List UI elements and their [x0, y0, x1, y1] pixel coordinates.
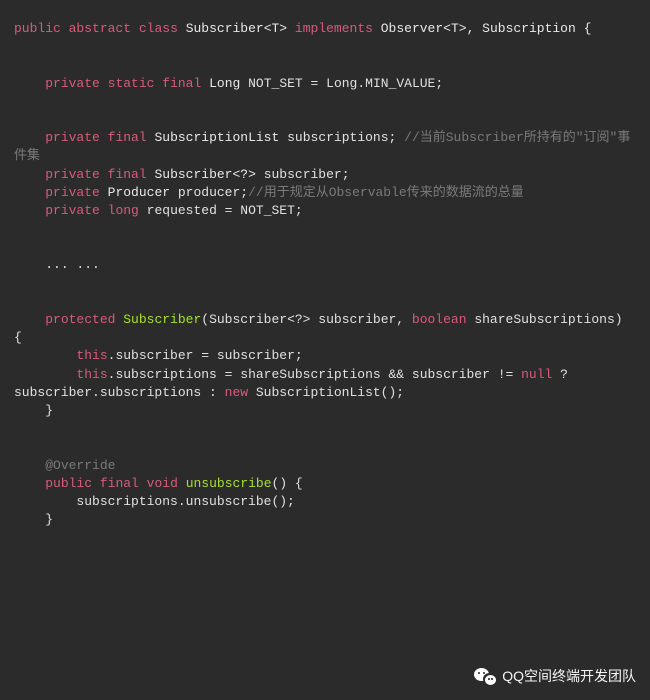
method-name: unsubscribe	[186, 476, 272, 491]
keyword-public: public	[45, 476, 92, 491]
watermark: QQ空间终端开发团队	[474, 666, 636, 686]
brace-close: }	[45, 403, 53, 418]
brace-close: }	[45, 512, 53, 527]
wechat-icon	[474, 667, 496, 685]
code-text: requested = NOT_SET;	[147, 203, 303, 218]
type: Producer	[108, 185, 170, 200]
code-line: protected Subscriber(Subscriber<?> subsc…	[14, 311, 636, 347]
keyword-class: class	[139, 21, 178, 36]
code-line: public final void unsubscribe() {	[14, 475, 636, 493]
annotation-override: @Override	[45, 458, 115, 473]
code-text: subscriptions.unsubscribe();	[76, 494, 294, 509]
code-line: public abstract class Subscriber<T> impl…	[14, 20, 636, 38]
keyword-final: final	[162, 76, 201, 91]
keyword-public: public	[14, 21, 61, 36]
code-line: private static final Long NOT_SET = Long…	[14, 75, 636, 93]
comment: //用于规定从Observable传来的数据流的总量	[248, 185, 524, 200]
classname: Observer<T>, Subscription {	[381, 21, 592, 36]
code-line: @Override	[14, 457, 636, 475]
type: SubscriptionList	[154, 130, 279, 145]
code-line: }	[14, 511, 636, 529]
keyword-void: void	[147, 476, 178, 491]
code-text: .subscriber = subscriber;	[108, 348, 303, 363]
code-text: (Subscriber<?> subscriber,	[201, 312, 412, 327]
code-line: this.subscriber = subscriber;	[14, 347, 636, 365]
keyword-final: final	[108, 167, 147, 182]
code-line: subscriptions.unsubscribe();	[14, 493, 636, 511]
keyword-final: final	[108, 130, 147, 145]
keyword-private: private	[45, 76, 100, 91]
method-name: Subscriber	[123, 312, 201, 327]
blank-line	[14, 38, 636, 56]
keyword-this: this	[76, 348, 107, 363]
blank-line	[14, 93, 636, 111]
keyword-private: private	[45, 130, 100, 145]
keyword-protected: protected	[45, 312, 115, 327]
blank-line	[14, 111, 636, 129]
code-line: ... ...	[14, 256, 636, 274]
blank-line	[14, 56, 636, 74]
code-text: SubscriptionList();	[248, 385, 404, 400]
code-text: .subscriptions = shareSubscriptions && s…	[108, 367, 521, 382]
ellipsis: ... ...	[45, 257, 100, 272]
code-text: subscriber;	[264, 167, 350, 182]
code-line: }	[14, 402, 636, 420]
keyword-this: this	[76, 367, 107, 382]
keyword-long: long	[108, 203, 139, 218]
keyword-abstract: abstract	[69, 21, 131, 36]
watermark-text: QQ空间终端开发团队	[502, 666, 636, 686]
blank-line	[14, 293, 636, 311]
code-line: this.subscriptions = shareSubscriptions …	[14, 366, 636, 402]
blank-line	[14, 220, 636, 238]
code-text: subscriptions;	[287, 130, 396, 145]
classname: Subscriber<T>	[186, 21, 287, 36]
blank-line	[14, 438, 636, 456]
code-line: private final Subscriber<?> subscriber;	[14, 166, 636, 184]
keyword-implements: implements	[295, 21, 373, 36]
blank-line	[14, 238, 636, 256]
keyword-static: static	[108, 76, 155, 91]
keyword-private: private	[45, 167, 100, 182]
code-text: NOT_SET = Long.MIN_VALUE;	[248, 76, 443, 91]
code-text: () {	[272, 476, 303, 491]
type: Subscriber<?>	[154, 167, 255, 182]
code-line: private long requested = NOT_SET;	[14, 202, 636, 220]
blank-line	[14, 275, 636, 293]
keyword-private: private	[45, 203, 100, 218]
keyword-private: private	[45, 185, 100, 200]
code-block: public abstract class Subscriber<T> impl…	[0, 0, 650, 549]
keyword-new: new	[225, 385, 248, 400]
keyword-null: null	[521, 367, 552, 382]
blank-line	[14, 420, 636, 438]
code-line: private final SubscriptionList subscript…	[14, 129, 636, 165]
type: Long	[209, 76, 240, 91]
code-text: producer;	[178, 185, 248, 200]
keyword-final: final	[100, 476, 139, 491]
keyword-boolean: boolean	[412, 312, 467, 327]
code-line: private Producer producer;//用于规定从Observa…	[14, 184, 636, 202]
